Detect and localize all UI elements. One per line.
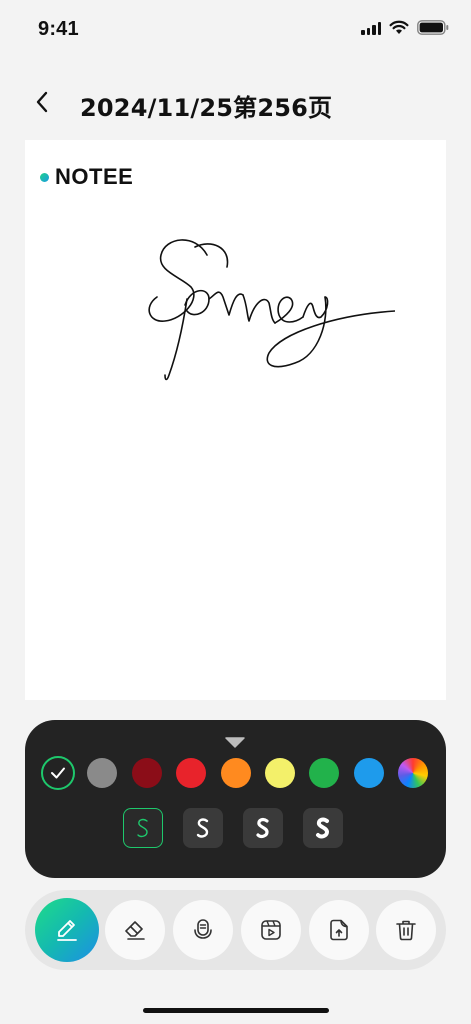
pen-icon	[57, 920, 77, 941]
color-swatch-green[interactable]	[309, 758, 340, 788]
page-title: 2024/11/25第256页	[80, 94, 333, 122]
pen-tool-button[interactable]	[35, 898, 99, 962]
video-icon	[261, 920, 281, 940]
eraser-tool-button[interactable]	[105, 900, 165, 960]
triangle-down-icon[interactable]	[224, 736, 246, 748]
video-tool-button[interactable]	[241, 900, 301, 960]
handwritten-signature	[148, 239, 395, 381]
microphone-icon	[194, 919, 212, 939]
status-bar: 9:41	[0, 0, 471, 60]
upload-file-icon	[330, 919, 348, 941]
eraser-icon	[125, 921, 145, 940]
color-swatch-blue[interactable]	[353, 758, 384, 788]
stroke-width-picker	[123, 808, 347, 848]
stroke-width-extra-thick-icon	[316, 817, 330, 839]
battery-icon	[417, 20, 449, 35]
brand-logo: NOTEE	[40, 164, 133, 190]
voice-tool-button[interactable]	[173, 900, 233, 960]
status-icons	[361, 20, 449, 35]
color-swatch-orange[interactable]	[220, 758, 251, 788]
color-swatch-dark-red[interactable]	[131, 758, 162, 788]
home-indicator	[143, 1008, 329, 1013]
color-swatch-gray[interactable]	[87, 758, 118, 788]
color-swatch-red[interactable]	[176, 758, 207, 788]
back-button[interactable]	[26, 86, 58, 118]
color-swatch-yellow[interactable]	[264, 758, 295, 788]
stroke-width-option-2[interactable]	[183, 808, 223, 848]
wifi-icon	[389, 20, 409, 34]
color-picker	[41, 756, 430, 790]
stroke-width-option-1[interactable]	[123, 808, 163, 848]
brand-dot	[40, 172, 49, 182]
pen-settings-panel	[25, 720, 446, 878]
stroke-width-thin-icon	[137, 818, 148, 838]
stroke-width-option-4[interactable]	[303, 808, 343, 848]
status-time: 9:41	[38, 18, 79, 40]
upload-tool-button[interactable]	[309, 900, 369, 960]
stroke-width-option-3[interactable]	[243, 808, 283, 848]
chevron-left-icon	[36, 91, 48, 113]
check-icon	[51, 767, 65, 779]
cellular-signal-icon	[361, 21, 381, 35]
color-swatch-multicolor[interactable]	[398, 758, 428, 788]
tool-bar	[25, 890, 446, 970]
color-swatch-selected[interactable]	[41, 756, 75, 790]
stroke-width-medium-icon	[196, 818, 209, 838]
stroke-width-thick-icon	[256, 817, 269, 839]
drawing-canvas[interactable]: NOTEE	[25, 140, 446, 700]
header: 2024/11/25第256页	[0, 80, 471, 124]
trash-icon	[396, 920, 416, 941]
delete-tool-button[interactable]	[376, 900, 436, 960]
brand-name: NOTEE	[55, 164, 134, 189]
